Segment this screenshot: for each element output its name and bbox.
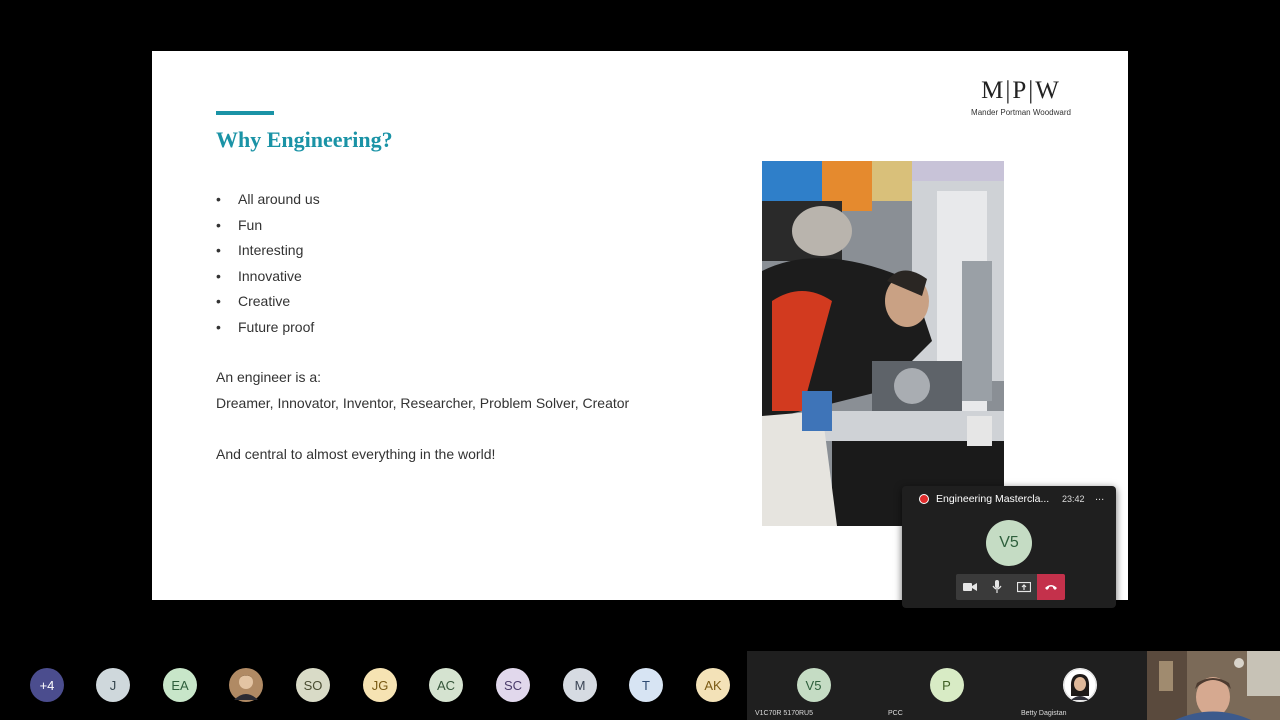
video-feed-illustration [1147,651,1280,720]
mini-call-window[interactable]: Engineering Mastercla... 23:42 ... V5 [902,486,1116,608]
participant-initials: AC [436,677,456,693]
participant-avatar[interactable]: JG [363,668,397,702]
participant-avatar[interactable]: T [629,668,663,702]
participant-tile-avatar: V5 [796,668,831,702]
participant-tile-name: PCC [888,710,903,717]
mini-call-header[interactable]: Engineering Mastercla... 23:42 ... [902,486,1116,512]
hang-up-button[interactable] [1037,574,1065,600]
call-controls [956,574,1065,600]
microphone-icon [992,580,1001,593]
participant-avatar[interactable]: +4 [30,668,64,702]
camera-button[interactable] [956,574,983,600]
bullet-item: All around us [216,187,320,213]
participant-tile-photo [1063,668,1097,702]
person-photo-icon [229,668,263,702]
recording-indicator-icon [919,494,929,504]
share-screen-button[interactable] [1010,574,1037,600]
participant-tile[interactable]: P PCC [880,651,1013,720]
participant-initials: SC [503,677,523,693]
engineer-roles: Dreamer, Innovator, Inventor, Researcher… [216,394,630,411]
participant-tile-name: Betty Dagistan [1021,710,1067,717]
more-options-icon[interactable]: ... [1095,491,1104,503]
participant-avatar[interactable]: EA [163,668,197,702]
bullet-list: All around us Fun Interesting Innovative… [216,187,320,341]
self-video-tile[interactable] [1147,651,1280,720]
participant-avatar[interactable]: J [96,668,130,702]
engineer-intro: An engineer is a: [216,369,322,385]
participant-avatar[interactable]: SO [296,668,330,702]
participant-initials: +4 [39,677,55,693]
active-speaker-avatar: V5 [986,520,1032,566]
participant-initials: JG [371,677,389,693]
participant-photo-avatar[interactable] [229,668,263,702]
closing-statement: And central to almost everything in the … [216,446,496,462]
share-screen-icon [1016,581,1031,592]
bullet-item: Innovative [216,264,320,290]
logo-mark: M|P|W [981,77,1061,104]
participant-initials: J [109,677,117,693]
meeting-title: Engineering Mastercla... [936,493,1050,505]
participant-tile[interactable]: V5 V1C70R 5170RU5 [747,651,880,720]
bullet-item: Creative [216,289,320,315]
participant-tile-name: V1C70R 5170RU5 [755,710,813,717]
microphone-button[interactable] [983,574,1010,600]
participant-initials: SO [303,677,323,693]
person-photo-icon [1063,668,1097,702]
hang-up-icon [1045,585,1057,590]
slide-title: Why Engineering? [216,127,393,152]
camera-icon [962,583,977,591]
participant-tile-avatar: P [929,668,964,702]
participant-avatar[interactable]: SC [496,668,530,702]
participant-initials: AK [704,677,722,693]
participant-tile[interactable]: Betty Dagistan [1013,651,1147,720]
engineer-photo-illustration [762,161,1004,526]
participant-initials: EA [171,677,189,693]
participant-initials: M [574,677,586,693]
participant-avatar[interactable]: AK [696,668,730,702]
bullet-item: Fun [216,213,320,239]
title-accent-bar [216,111,274,115]
participant-avatar[interactable]: M [563,668,597,702]
mpw-logo: M|P|W Mander Portman Woodward [966,75,1076,117]
participant-initials: T [642,677,650,693]
engineer-definition: An engineer is a: Dreamer, Innovator, In… [216,365,629,416]
meeting-timer: 23:42 [1062,494,1085,504]
participant-avatar[interactable]: AC [429,668,463,702]
logo-subtitle: Mander Portman Woodward [971,108,1071,117]
bullet-item: Future proof [216,315,320,341]
bullet-item: Interesting [216,238,320,264]
engineer-photo [762,161,1004,526]
